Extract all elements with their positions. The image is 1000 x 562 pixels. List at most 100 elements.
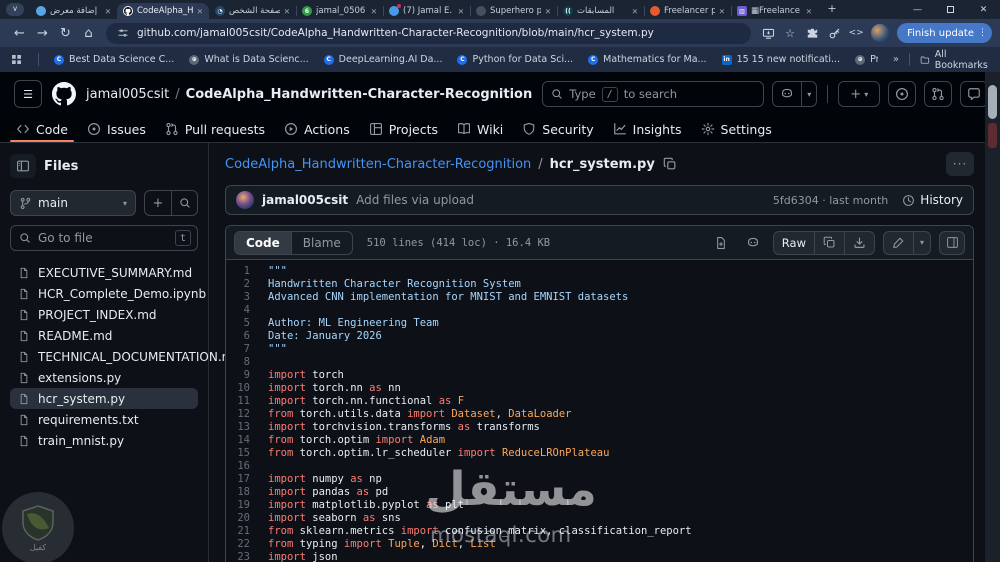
repo-tab-insights[interactable]: Insights — [613, 116, 682, 142]
new-tab-button[interactable]: + — [824, 1, 840, 17]
line-number[interactable]: 4 — [226, 304, 268, 317]
file-tree-item[interactable]: TECHNICAL_DOCUMENTATION.md — [10, 346, 241, 367]
repo-link[interactable]: CodeAlpha_Handwritten-Character-Recognit… — [186, 87, 533, 102]
file-tree-item[interactable]: EXECUTIVE_SUMMARY.md — [10, 262, 198, 283]
download-button[interactable] — [843, 231, 874, 254]
browser-menu-icon[interactable]: ⋮ — [978, 28, 987, 38]
devtools-code-icon[interactable]: <> — [845, 28, 867, 38]
line-number[interactable]: 13 — [226, 421, 268, 434]
code-tab[interactable]: Code — [235, 231, 291, 254]
maximize-button[interactable] — [934, 0, 967, 19]
file-tree-item[interactable]: HCR_Complete_Demo.ipynb — [10, 283, 206, 304]
file-tree-item[interactable]: PROJECT_INDEX.md — [10, 304, 198, 325]
create-new-button[interactable]: + ▾ — [838, 81, 881, 107]
file-tree-item[interactable]: hcr_system.py — [10, 388, 198, 409]
line-number[interactable]: 22 — [226, 538, 268, 551]
hamburger-menu-button[interactable]: ☰ — [14, 80, 42, 108]
all-bookmarks-button[interactable]: All Bookmarks — [920, 49, 990, 71]
search-code-button[interactable] — [171, 191, 197, 215]
open-with-button[interactable] — [709, 231, 733, 255]
bookmark-item[interactable]: C DeepLearning.AI Da... — [323, 54, 442, 65]
close-tab-icon[interactable]: ✕ — [197, 7, 203, 16]
browser-profile-avatar[interactable] — [871, 24, 890, 42]
bookmarks-overflow-chevron[interactable]: » — [893, 54, 899, 65]
github-logo-icon[interactable] — [52, 82, 76, 106]
browser-tab[interactable]: Superhero po ✕ — [470, 3, 557, 19]
repo-tab-code[interactable]: Code — [9, 116, 75, 142]
blame-tab[interactable]: Blame — [290, 231, 352, 254]
line-number[interactable]: 17 — [226, 473, 268, 486]
commit-message[interactable]: Add files via upload — [356, 193, 474, 207]
symbols-panel-button[interactable] — [939, 230, 965, 255]
line-number[interactable]: 7 — [226, 343, 268, 356]
copilot-file-button[interactable] — [741, 231, 765, 255]
forward-button[interactable]: → — [31, 26, 54, 41]
line-number[interactable]: 18 — [226, 486, 268, 499]
send-to-device-icon[interactable] — [757, 27, 779, 40]
edit-file-button[interactable] — [884, 232, 913, 254]
line-number[interactable]: 21 — [226, 525, 268, 538]
browser-tab[interactable]: Freelancer pr ✕ — [644, 3, 731, 19]
line-number[interactable]: 14 — [226, 434, 268, 447]
extensions-puzzle-icon[interactable] — [801, 27, 823, 40]
repo-tab-issues[interactable]: Issues — [87, 116, 146, 142]
repo-tab-pull-requests[interactable]: Pull requests — [165, 116, 265, 142]
browser-tab[interactable]: (7) Jamal E. P ✕ — [383, 3, 470, 19]
close-tab-icon[interactable]: ✕ — [632, 7, 638, 16]
close-tab-icon[interactable]: ✕ — [105, 7, 111, 16]
scrollbar-thumb[interactable] — [988, 85, 997, 119]
bookmark-item[interactable]: C Best Data Science C... — [54, 54, 174, 65]
line-number[interactable]: 11 — [226, 395, 268, 408]
bookmark-item[interactable]: C Mathematics for Ma... — [588, 54, 707, 65]
address-bar[interactable]: github.com/jamal005csit/CodeAlpha_Handwr… — [106, 22, 752, 44]
line-number[interactable]: 19 — [226, 499, 268, 512]
close-tab-icon[interactable]: ✕ — [806, 7, 812, 16]
line-number[interactable]: 10 — [226, 382, 268, 395]
commit-sha-time[interactable]: 5fd6304 · last month — [773, 194, 888, 207]
line-number[interactable]: 15 — [226, 447, 268, 460]
line-number[interactable]: 9 — [226, 369, 268, 382]
add-file-button[interactable]: + — [145, 191, 171, 215]
browser-tab[interactable]: ((المسابقات ✕ — [557, 3, 644, 19]
line-number[interactable]: 1 — [226, 265, 268, 278]
apps-grid-icon[interactable] — [10, 53, 23, 66]
bookmark-item[interactable]: in 15 15 new notificati... — [721, 54, 840, 65]
copilot-caret[interactable]: ▾ — [801, 82, 816, 106]
close-tab-icon[interactable]: ✕ — [458, 7, 464, 16]
collapse-sidebar-button[interactable] — [10, 154, 36, 178]
issues-header-button[interactable] — [888, 81, 917, 107]
repo-tab-actions[interactable]: Actions — [284, 116, 350, 142]
file-tree-item[interactable]: train_mnist.py — [10, 430, 198, 451]
line-number[interactable]: 2 — [226, 278, 268, 291]
repo-tab-projects[interactable]: Projects — [369, 116, 438, 142]
line-number[interactable]: 6 — [226, 330, 268, 343]
close-tab-icon[interactable]: ✕ — [545, 7, 551, 16]
go-to-file-input[interactable]: Go to file t — [10, 225, 198, 251]
repo-tab-security[interactable]: Security — [522, 116, 594, 142]
raw-button[interactable]: Raw — [774, 232, 814, 254]
line-number[interactable]: 8 — [226, 356, 268, 369]
global-search-input[interactable]: Type / to search — [542, 81, 765, 107]
browser-tab[interactable]: ◔ الصفحة الشخص ✕ — [209, 3, 296, 19]
copy-file-button[interactable] — [813, 231, 844, 254]
browser-tab[interactable]: ▥ ▦Freelance ✕ — [731, 3, 818, 19]
back-button[interactable]: ← — [8, 26, 31, 41]
line-number[interactable]: 5 — [226, 317, 268, 330]
owner-link[interactable]: jamal005csit — [86, 87, 169, 102]
close-tab-icon[interactable]: ✕ — [719, 7, 725, 16]
file-tree-item[interactable]: extensions.py — [10, 367, 198, 388]
line-number[interactable]: 20 — [226, 512, 268, 525]
page-scrollbar[interactable] — [985, 72, 1000, 562]
close-tab-icon[interactable]: ✕ — [371, 7, 377, 16]
bookmark-item[interactable]: ⊕ What is Data Scienc... — [189, 54, 309, 65]
close-window-button[interactable]: ✕ — [967, 0, 1000, 19]
bookmark-item[interactable]: C Python for Data Sci... — [457, 54, 573, 65]
more-options-button[interactable]: ··· — [946, 152, 974, 176]
commit-author[interactable]: jamal005csit — [262, 193, 348, 207]
copy-path-icon[interactable] — [663, 157, 677, 171]
finish-update-button[interactable]: Finish update ⋮ — [897, 23, 992, 43]
edit-dropdown-button[interactable]: ▾ — [912, 231, 930, 254]
repo-tab-settings[interactable]: Settings — [701, 116, 772, 142]
line-number[interactable]: 12 — [226, 408, 268, 421]
file-tree-item[interactable]: requirements.txt — [10, 409, 198, 430]
